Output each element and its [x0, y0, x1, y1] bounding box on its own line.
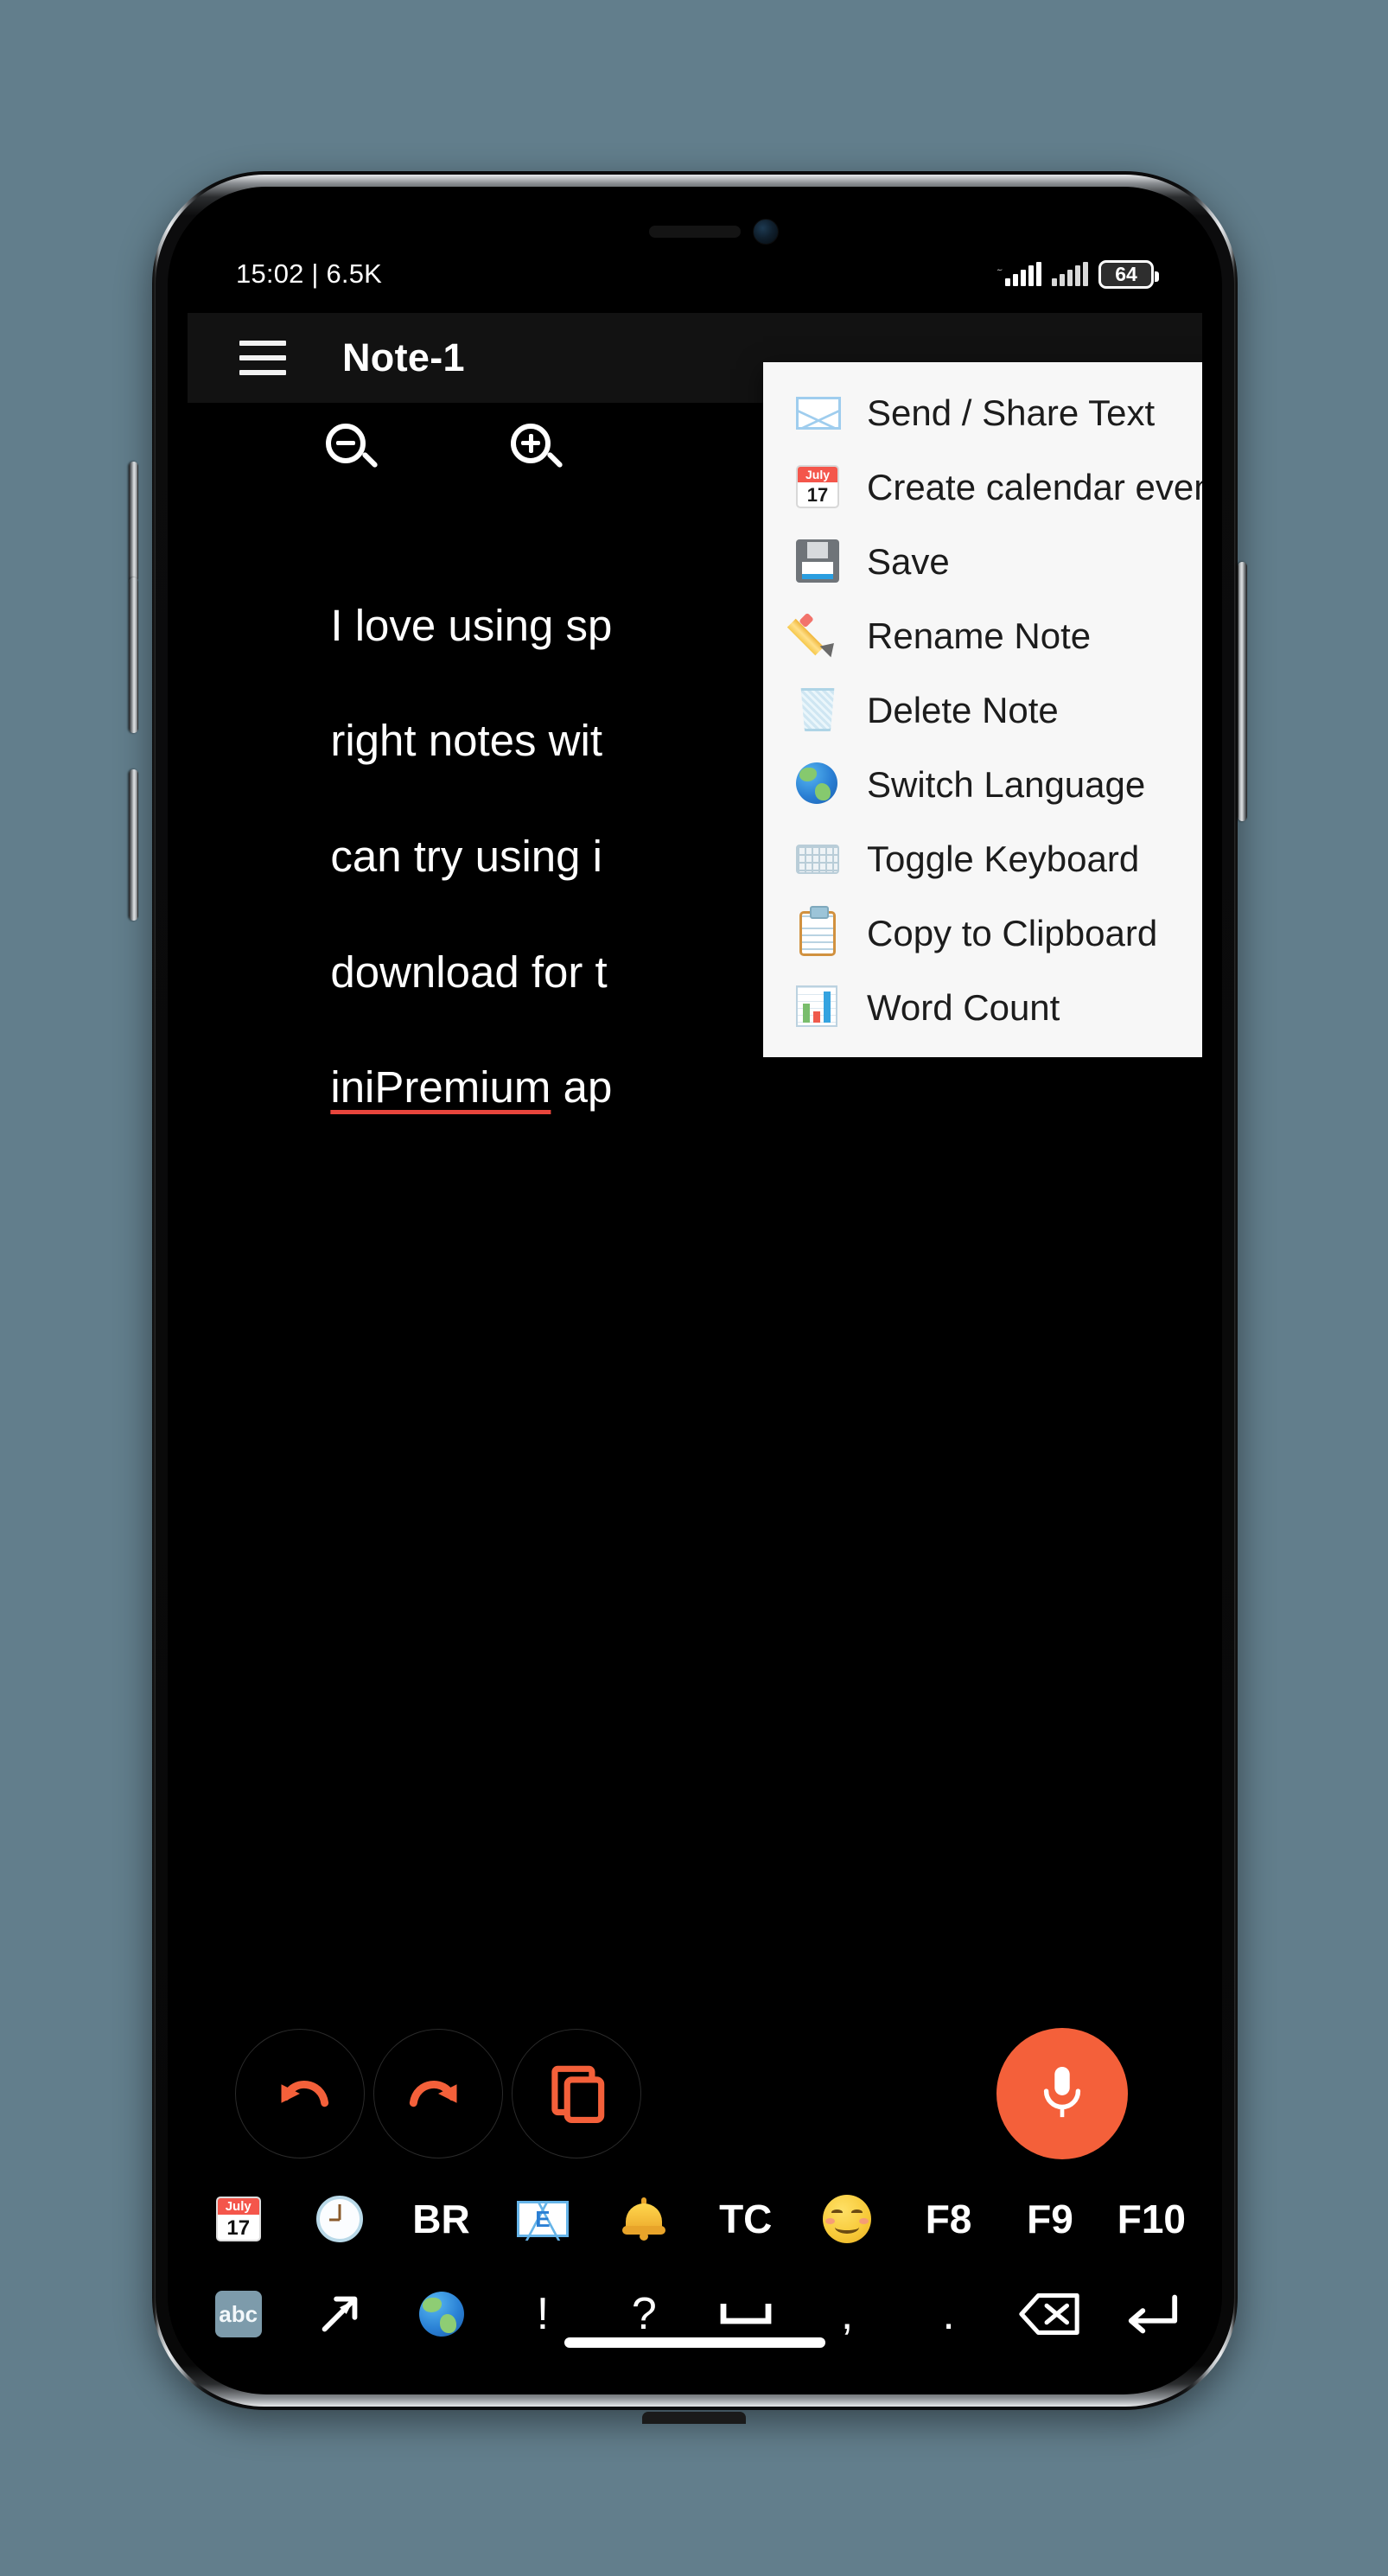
calendar-day-label: 17 — [806, 484, 829, 506]
redo-icon[interactable] — [373, 2029, 503, 2158]
menu-item-label: Delete Note — [867, 690, 1059, 730]
microphone-icon[interactable] — [996, 2028, 1128, 2159]
keyboard-key-smiley[interactable] — [796, 2171, 897, 2267]
globe-key-icon — [418, 2292, 464, 2337]
undo-glyph — [281, 2081, 329, 2107]
signal-bars-icon-2 — [1052, 262, 1088, 286]
copy-glyph — [551, 2065, 605, 2124]
keyboard-key-globe[interactable] — [391, 2267, 492, 2362]
calendar-key-day: 17 — [226, 2216, 251, 2240]
bell-key-icon — [622, 2197, 666, 2241]
floppy-disk-icon — [796, 539, 841, 584]
keyboard-key-abc[interactable]: abc — [188, 2267, 289, 2362]
keyboard-key-clock[interactable] — [289, 2171, 390, 2267]
calendar-icon: July 17 — [796, 465, 841, 510]
menu-item-word-count[interactable]: Word Count — [763, 971, 1202, 1045]
undo-icon[interactable] — [235, 2029, 365, 2158]
front-camera — [753, 219, 779, 245]
zoom-in-icon[interactable] — [511, 424, 564, 477]
redo-glyph — [409, 2081, 457, 2107]
note-line-3: can try using i — [330, 831, 603, 881]
keyboard-key-tc[interactable]: TC — [695, 2171, 796, 2267]
note-misspelled-word: iniPremium — [330, 1062, 551, 1113]
menu-item-send-share-text[interactable]: Send / Share Text — [763, 376, 1202, 450]
hamburger-menu-icon[interactable] — [239, 341, 286, 375]
space-key-icon — [720, 2304, 772, 2324]
assistant-button[interactable] — [129, 769, 138, 921]
zoom-out-icon[interactable] — [326, 424, 379, 477]
menu-item-label: Switch Language — [867, 764, 1146, 805]
email-key-icon: E — [516, 2201, 569, 2237]
backspace-key-icon — [1019, 2293, 1079, 2335]
status-bar-right-cluster: ٓ 64 — [996, 259, 1159, 289]
calendar-month-label: July — [798, 467, 837, 482]
copy-icon[interactable] — [512, 2029, 641, 2158]
bottom-speaker-grille — [642, 2412, 746, 2424]
note-line-2: right notes wit — [330, 716, 603, 766]
keyboard-key-period[interactable]: . — [898, 2267, 999, 2362]
screenshot-canvas: 15:02 | 6.5K ٓ 64 Note-1 — [0, 0, 1388, 2576]
editor-action-bar — [188, 2016, 1202, 2171]
status-bar: 15:02 | 6.5K ٓ 64 — [188, 249, 1202, 299]
battery-level-label: 64 — [1115, 262, 1137, 285]
calendar-key-month: July — [217, 2198, 259, 2215]
keyboard-key-f8[interactable]: F8 — [898, 2171, 999, 2267]
page-title: Note-1 — [342, 335, 465, 379]
smiley-key-icon — [823, 2195, 872, 2243]
email-key-letter: E — [535, 2205, 551, 2232]
menu-item-rename-note[interactable]: Rename Note — [763, 599, 1202, 673]
clock-key-icon — [316, 2196, 364, 2242]
microphone-glyph — [1043, 2067, 1081, 2118]
enter-key-icon — [1129, 2294, 1178, 2334]
keyboard-key-bell[interactable] — [594, 2171, 695, 2267]
phone-screen: 15:02 | 6.5K ٓ 64 Note-1 — [188, 204, 1202, 2377]
menu-item-copy-to-clipboard[interactable]: Copy to Clipboard — [763, 896, 1202, 971]
clipboard-icon — [796, 906, 841, 956]
menu-item-label: Send / Share Text — [867, 392, 1156, 433]
pencil-icon — [786, 612, 841, 659]
bar-chart-icon — [796, 985, 841, 1030]
keyboard-key-br[interactable]: BR — [391, 2171, 492, 2267]
note-line-4: download for t — [330, 947, 608, 997]
status-bar-left-text: 15:02 | 6.5K — [236, 258, 383, 289]
note-line-5-rest: ap — [551, 1062, 613, 1113]
menu-item-label: Toggle Keyboard — [867, 838, 1140, 879]
trash-icon — [796, 688, 841, 733]
calendar-key-icon: July 17 — [215, 2197, 261, 2241]
menu-item-label: Copy to Clipboard — [867, 913, 1158, 953]
volume-up-button[interactable] — [129, 462, 138, 583]
globe-icon — [796, 762, 841, 807]
note-line-1: I love using sp — [330, 600, 613, 650]
keyboard-key-f9[interactable]: F9 — [999, 2171, 1100, 2267]
keyboard-key-calendar[interactable]: July 17 — [188, 2171, 289, 2267]
overflow-menu: Send / Share Text July 17 Create calenda… — [763, 362, 1202, 1057]
envelope-icon — [796, 391, 841, 436]
signal-bars-icon — [1005, 262, 1041, 286]
keyboard-key-enter[interactable] — [1101, 2267, 1202, 2362]
menu-item-save[interactable]: Save — [763, 525, 1202, 599]
menu-item-label: Save — [867, 541, 950, 582]
keyboard-row-1: July 17 BR E TC F8 F9 F10 — [188, 2171, 1202, 2267]
arrow-up-right-icon — [322, 2296, 358, 2332]
battery-icon: 64 — [1098, 259, 1159, 289]
keyboard-icon — [796, 837, 841, 882]
abc-key-icon: abc — [214, 2291, 262, 2337]
menu-item-label: Word Count — [867, 987, 1060, 1028]
keyboard-key-email[interactable]: E — [492, 2171, 593, 2267]
menu-item-create-calendar-event[interactable]: July 17 Create calendar event — [763, 450, 1202, 525]
keyboard-key-arrow[interactable] — [289, 2267, 390, 2362]
power-button[interactable] — [1238, 562, 1247, 821]
volume-down-button[interactable] — [129, 577, 138, 733]
menu-item-toggle-keyboard[interactable]: Toggle Keyboard — [763, 822, 1202, 896]
menu-item-switch-language[interactable]: Switch Language — [763, 748, 1202, 822]
home-indicator[interactable] — [564, 2337, 825, 2348]
menu-item-delete-note[interactable]: Delete Note — [763, 673, 1202, 748]
menu-item-label: Create calendar event — [867, 467, 1202, 507]
keyboard-key-f10[interactable]: F10 — [1101, 2171, 1202, 2267]
earpiece-speaker — [649, 226, 741, 238]
keyboard-key-backspace[interactable] — [999, 2267, 1100, 2362]
menu-item-label: Rename Note — [867, 615, 1092, 656]
